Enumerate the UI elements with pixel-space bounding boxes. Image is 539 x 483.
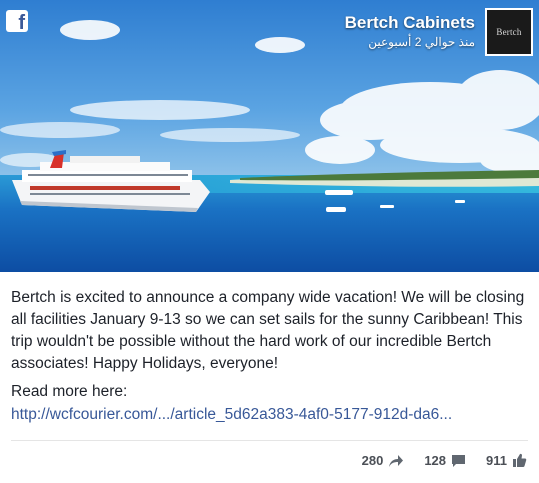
shares-count: 280: [361, 453, 384, 468]
comments-count: 128: [424, 453, 447, 468]
facebook-post-card: f Bertch Cabinets منذ حوالي 2 أسبوعين Be…: [0, 0, 539, 483]
post-text: Bertch is excited to announce a company …: [11, 289, 525, 372]
thumbs-up-icon: [513, 453, 527, 467]
comments-stat[interactable]: 128: [424, 453, 466, 468]
divider: [11, 440, 528, 441]
page-avatar[interactable]: Bertch: [485, 8, 533, 56]
post-image[interactable]: f Bertch Cabinets منذ حوالي 2 أسبوعين Be…: [0, 0, 539, 272]
post-stats: 280 128 911: [362, 453, 527, 468]
article-link[interactable]: http://wcfcourier.com/.../article_5d62a3…: [11, 404, 452, 426]
likes-count: 911: [486, 453, 507, 468]
avatar-logo-text: Bertch: [496, 27, 522, 37]
page-name[interactable]: Bertch Cabinets: [345, 13, 475, 33]
post-timestamp[interactable]: منذ حوالي 2 أسبوعين: [368, 35, 475, 49]
shares-stat[interactable]: 280: [362, 453, 405, 468]
likes-stat[interactable]: 911: [486, 453, 527, 468]
share-arrow-icon: [389, 454, 404, 467]
read-more-label: Read more here:: [11, 383, 128, 400]
comment-icon: [452, 454, 466, 467]
facebook-icon[interactable]: f: [6, 10, 28, 33]
